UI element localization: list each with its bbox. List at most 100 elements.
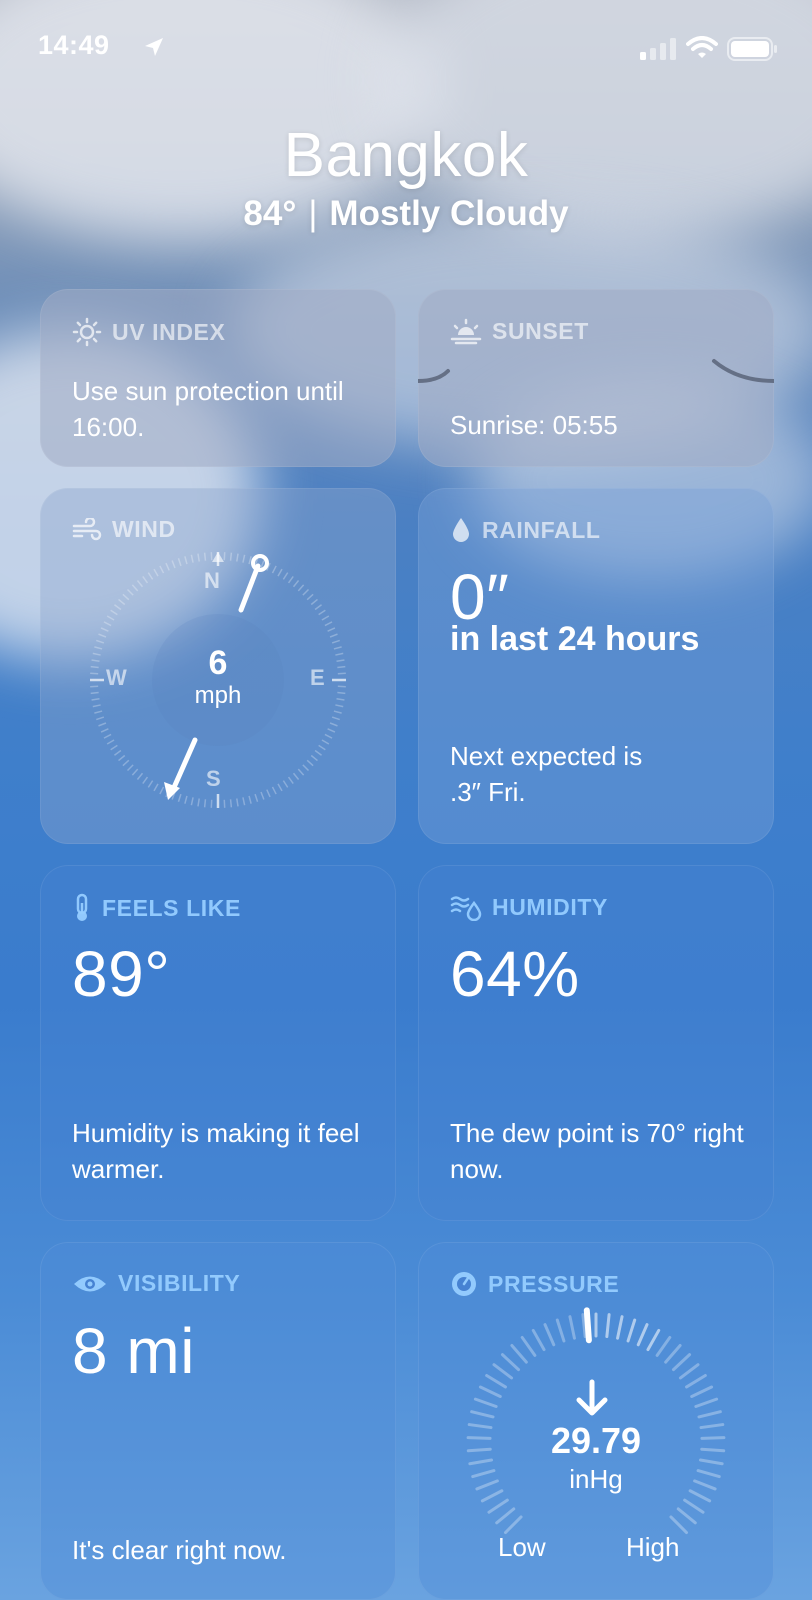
gauge-tick <box>492 1363 514 1380</box>
compass-tick <box>302 764 310 772</box>
cellular-signal-icon <box>640 38 676 60</box>
humidity-text: The dew point is 70° right now. <box>450 1118 744 1184</box>
compass-tick <box>114 749 122 756</box>
uv-index-card[interactable]: UV INDEX Use sun protection until 16:00. <box>40 289 396 467</box>
compass-tick <box>103 733 112 739</box>
compass-tick <box>260 791 265 800</box>
compass-tick <box>153 568 159 577</box>
compass-tick <box>292 772 300 780</box>
compass-tick <box>118 754 126 762</box>
compass-tick <box>282 780 289 788</box>
compass-tick <box>331 716 340 721</box>
gauge-tick <box>531 1328 546 1352</box>
sun-icon <box>72 317 102 347</box>
uv-index-text: Use sun protection until 16:00. <box>72 376 344 442</box>
wind-speed: 6 <box>208 644 228 682</box>
feels-like-card[interactable]: FEELS LIKE 89° Humidity is making it fee… <box>40 865 396 1221</box>
compass-tick <box>331 639 340 644</box>
eye-icon <box>74 1276 106 1291</box>
gauge-tick <box>605 1313 611 1339</box>
feels-like-value: 89° <box>72 938 171 1010</box>
compass-tick <box>321 615 330 621</box>
current-conditions: 84° | Mostly Cloudy <box>0 192 812 236</box>
compass-tick <box>147 780 154 788</box>
wind-unit: mph <box>194 682 242 709</box>
gauge-tick <box>678 1363 700 1380</box>
gauge-tick <box>495 1507 516 1525</box>
gauge-tick <box>487 1498 509 1514</box>
compass-tick <box>118 598 126 606</box>
compass-tick <box>248 556 252 565</box>
compass-tick <box>98 722 107 727</box>
compass-tick <box>314 749 322 756</box>
humidity-icon <box>450 896 482 921</box>
condition-text: Mostly Cloudy <box>329 194 569 233</box>
gauge-tick <box>636 1323 649 1347</box>
compass-tick <box>314 604 322 611</box>
gauge-tick <box>669 1515 689 1535</box>
location-header: Bangkok 84° | Mostly Cloudy <box>0 120 812 236</box>
gauge-tick <box>683 1498 705 1514</box>
compass-tick <box>287 776 294 784</box>
compass-tick <box>229 799 233 808</box>
sunset-icon <box>450 318 482 345</box>
compass-tick <box>271 786 277 795</box>
gauge-tick <box>473 1397 498 1409</box>
compass-tick <box>306 759 314 767</box>
compass-tick <box>203 799 207 808</box>
compass-tick <box>324 621 333 627</box>
compass-tick <box>327 728 336 733</box>
gauge-tick <box>616 1315 624 1340</box>
gauge-tick <box>470 1410 495 1419</box>
compass-tick <box>159 786 165 795</box>
separator: | <box>308 194 318 233</box>
raindrop-icon <box>453 518 469 542</box>
gauge-tick <box>500 1353 521 1372</box>
compass-tick <box>329 722 338 727</box>
sunset-card[interactable]: SUNSET Sunrise: 05:55 <box>418 289 774 467</box>
visibility-card[interactable]: VISIBILITY 8 mi It's clear right now. <box>40 1242 396 1600</box>
compass-tick <box>310 598 318 606</box>
humidity-card[interactable]: HUMIDITY 64% The dew point is 70° right … <box>418 865 774 1221</box>
compass-tick <box>106 615 115 621</box>
compass-tick <box>302 588 310 596</box>
compass-tick <box>131 768 139 776</box>
compass-tick <box>287 576 294 584</box>
humidity-value: 64% <box>450 938 580 1010</box>
compass-tick <box>327 627 336 632</box>
compass-tick <box>197 553 200 562</box>
feels-like-text: Humidity is making it feel warmer. <box>72 1118 360 1184</box>
sunset-title: SUNSET <box>450 317 589 345</box>
compass-tick <box>110 609 118 616</box>
pressure-unit: inHg <box>569 1464 623 1494</box>
compass-tick <box>236 553 239 562</box>
compass-tick <box>165 562 170 571</box>
compass-tick <box>159 565 165 574</box>
rainfall-title: RAINFALL <box>450 516 601 544</box>
gauge-tick <box>555 1318 566 1343</box>
compass-tick <box>131 584 139 592</box>
compass-tick <box>136 772 144 780</box>
compass-tick <box>122 759 130 767</box>
compass-tick <box>153 783 159 792</box>
compass-tick <box>197 798 200 807</box>
sun-path-curve <box>418 359 774 383</box>
humidity-title: HUMIDITY <box>450 893 608 921</box>
gauge-tick <box>676 1507 697 1525</box>
wind-title: WIND <box>72 516 176 543</box>
gauge-tick <box>655 1335 672 1357</box>
rainfall-period: in last 24 hours <box>450 620 700 658</box>
compass-tick <box>190 797 194 806</box>
compass-tick <box>177 558 182 567</box>
compass-tick <box>100 627 109 632</box>
wind-card[interactable]: WIND N E S W 6 mph <box>40 488 396 844</box>
pressure-card[interactable]: PRESSURE 29.79 inHg Low High <box>418 1242 774 1600</box>
rainfall-card[interactable]: RAINFALL 0″ in last 24 hours Next expect… <box>418 488 774 844</box>
compass-south: S <box>206 766 221 791</box>
compass-tick <box>100 728 109 733</box>
status-time: 14:49 <box>38 30 110 60</box>
compass-tick <box>171 560 176 569</box>
pressure-high-label: High <box>626 1532 680 1562</box>
compass-tick <box>96 639 105 644</box>
compass-tick <box>147 572 154 580</box>
